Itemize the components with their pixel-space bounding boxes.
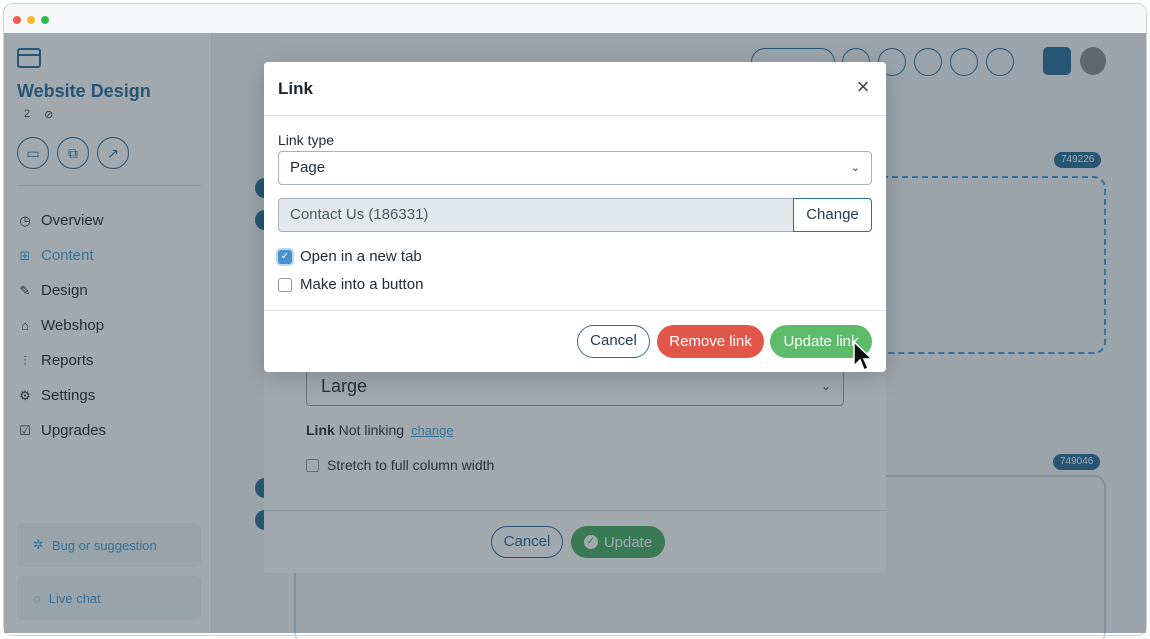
change-page-button[interactable]: Change (793, 198, 872, 232)
make-button-option[interactable]: Make into a button (278, 276, 423, 293)
close-icon[interactable]: × (852, 76, 874, 98)
link-type-select[interactable]: Page ⌄ (278, 151, 872, 185)
dialog-title: Link (278, 79, 313, 98)
open-new-tab-checkbox[interactable]: ✓ (278, 249, 292, 264)
remove-link-button[interactable]: Remove link (657, 325, 764, 358)
cancel-button[interactable]: Cancel (577, 325, 650, 358)
page-field[interactable]: Contact Us (186331) (278, 198, 794, 232)
chevron-down-icon: ⌄ (850, 162, 860, 174)
make-button-checkbox[interactable] (278, 277, 292, 292)
mouse-pointer-icon (853, 340, 874, 372)
open-new-tab-label: Open in a new tab (300, 248, 422, 265)
link-dialog: Link × Link type Page ⌄ Contact Us (1863… (264, 62, 886, 372)
minimize-window-dot[interactable] (27, 16, 35, 24)
close-window-dot[interactable] (13, 16, 21, 24)
link-type-value: Page (290, 159, 326, 176)
link-type-label: Link type (278, 132, 335, 148)
make-button-label: Make into a button (300, 276, 424, 293)
dialog-divider (264, 310, 886, 311)
maximize-window-dot[interactable] (41, 16, 49, 24)
open-new-tab-option[interactable]: ✓ Open in a new tab (278, 248, 422, 265)
dialog-divider (264, 115, 886, 116)
